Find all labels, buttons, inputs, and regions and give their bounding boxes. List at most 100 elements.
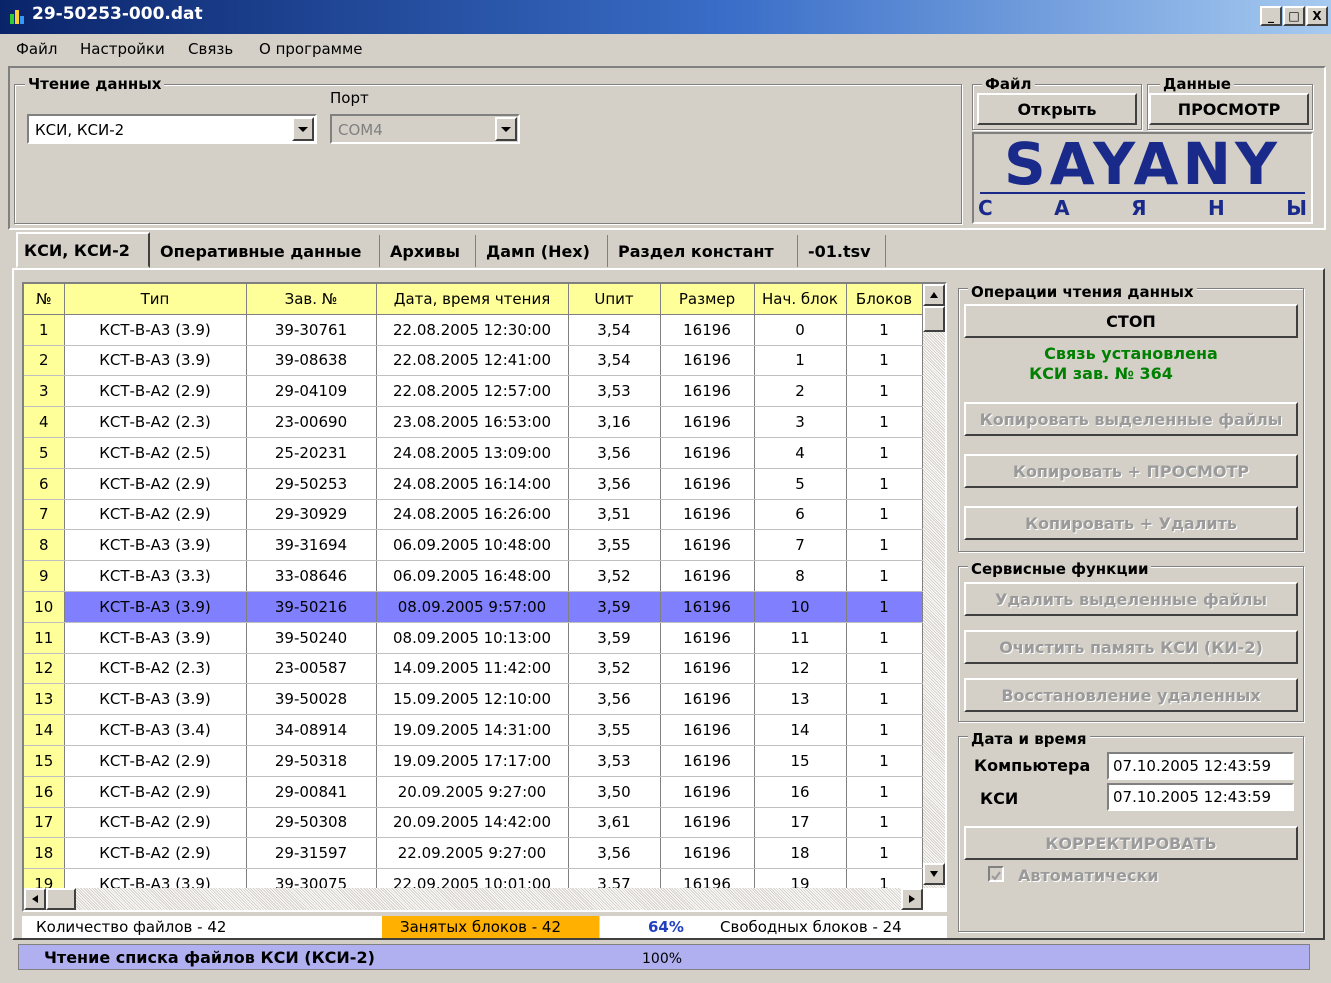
table-cell: 17 <box>754 807 847 839</box>
tab-constants[interactable]: Раздел констант <box>612 235 798 267</box>
tab-operative[interactable]: Оперативные данные <box>154 235 380 267</box>
auto-checkbox[interactable] <box>988 866 1004 882</box>
table-row[interactable]: 2 КСТ-В-А3 (3.9) 39-08638 22.08.2005 12:41:… <box>24 345 923 377</box>
open-button[interactable]: Открыть <box>977 93 1137 125</box>
table-cell: 18 <box>24 837 65 870</box>
column-header[interactable]: Нач. блок <box>754 284 847 315</box>
table-cell: 16 <box>24 776 65 808</box>
table-cell: КСТ-В-А2 (2.9) <box>64 375 247 408</box>
table-cell: 1 <box>846 622 923 654</box>
column-header[interactable]: Блоков <box>846 284 923 315</box>
table-row[interactable]: 3 КСТ-В-А2 (2.9) 29-04109 22.08.2005 12:57:… <box>24 375 923 408</box>
free-blocks: Свободных блоков - 24 <box>720 918 902 936</box>
column-header[interactable]: Дата, время чтения <box>376 284 569 315</box>
scroll-thumb[interactable] <box>923 306 945 332</box>
chevron-down-icon[interactable] <box>495 117 517 141</box>
read-group <box>14 84 962 224</box>
table-cell: 23.08.2005 16:53:00 <box>376 406 569 438</box>
table-row[interactable]: 6 КСТ-В-А2 (2.9) 29-50253 24.08.2005 16:14:… <box>24 468 923 500</box>
table-cell: 1 <box>846 776 923 808</box>
table-row[interactable]: 12 КСТ-В-А2 (2.3) 23-00587 14.09.2005 11:42… <box>24 653 923 685</box>
table-cell: 1 <box>846 807 923 839</box>
table-row[interactable]: 11 КСТ-В-А3 (3.9) 39-50240 08.09.2005 10:13… <box>24 622 923 654</box>
table-cell: КСТ-В-А2 (2.5) <box>64 437 247 469</box>
table-cell: 15 <box>754 745 847 777</box>
busy-blocks: Занятых блоков - 42 <box>400 918 561 936</box>
column-header[interactable]: Uпит <box>568 284 661 315</box>
scroll-down-icon[interactable] <box>923 863 945 885</box>
device-select[interactable]: КСИ, КСИ-2 <box>27 114 317 144</box>
table-row[interactable]: 10 КСТ-В-А3 (3.9) 39-50216 08.09.2005 9:57:… <box>24 591 923 623</box>
table-row[interactable]: 5 КСТ-В-А2 (2.5) 25-20231 24.08.2005 13:09:… <box>24 437 923 469</box>
auto-checkbox-label[interactable]: Автоматически <box>1018 866 1159 885</box>
vertical-scrollbar[interactable] <box>923 284 945 888</box>
tab-tsv[interactable]: -01.tsv <box>802 235 886 267</box>
copy-delete-button[interactable]: Копировать + Удалить <box>964 506 1298 540</box>
copy-selected-button[interactable]: Копировать выделенные файлы <box>964 402 1298 436</box>
table-cell: КСТ-В-А2 (2.9) <box>64 745 247 777</box>
menu-settings[interactable]: Настройки <box>80 40 165 58</box>
table-row[interactable]: 13 КСТ-В-А3 (3.9) 39-50028 15.09.2005 12:10… <box>24 683 923 716</box>
table-cell: 3,53 <box>568 375 661 408</box>
table-row[interactable]: 4 КСТ-В-А2 (2.3) 23-00690 23.08.2005 16:53:… <box>24 406 923 438</box>
menu-connection[interactable]: Связь <box>188 40 233 58</box>
menu-file[interactable]: Файл <box>16 40 57 58</box>
app-icon <box>8 8 26 26</box>
device-select-value: КСИ, КСИ-2 <box>35 121 125 139</box>
ksi-time-label: КСИ <box>980 789 1019 808</box>
table-row[interactable]: 16 КСТ-В-А2 (2.9) 29-00841 20.09.2005 9:27:… <box>24 776 923 808</box>
ksi-time-value: 07.10.2005 12:43:59 <box>1113 788 1272 806</box>
column-header[interactable]: № <box>24 284 65 315</box>
table-cell: 20.09.2005 9:27:00 <box>376 776 569 808</box>
logo-divider <box>980 192 1305 194</box>
view-button[interactable]: ПРОСМОТР <box>1149 93 1309 125</box>
table-cell: 1 <box>846 499 923 531</box>
tab-ksi[interactable]: КСИ, КСИ-2 <box>16 232 150 268</box>
table-cell: 39-31694 <box>246 529 377 562</box>
table-cell: 3,61 <box>568 807 661 839</box>
scroll-right-icon[interactable] <box>901 888 923 910</box>
clear-memory-button[interactable]: Очистить память КСИ (КИ-2) <box>964 630 1298 664</box>
chevron-down-icon[interactable] <box>292 117 314 141</box>
table-cell: 0 <box>754 314 847 346</box>
table-cell: КСТ-В-А2 (2.9) <box>64 468 247 500</box>
table-cell: 29-00841 <box>246 776 377 808</box>
table-cell: 8 <box>754 560 847 592</box>
table-cell: 16196 <box>660 807 755 839</box>
horizontal-scrollbar[interactable] <box>24 888 923 910</box>
restore-deleted-button[interactable]: Восстановление удаленных <box>964 678 1298 712</box>
table-row[interactable]: 15 КСТ-В-А2 (2.9) 29-50318 19.09.2005 17:17… <box>24 745 923 777</box>
table-row[interactable]: 17 КСТ-В-А2 (2.9) 29-50308 20.09.2005 14:42… <box>24 807 923 839</box>
minimize-icon[interactable]: _ <box>1260 6 1282 26</box>
copy-view-button[interactable]: Копировать + ПРОСМОТР <box>964 454 1298 488</box>
table-cell: 1 <box>754 345 847 377</box>
files-table[interactable]: № Тип Зав. № Дата, время чтения Uпит Размер На… <box>22 282 947 912</box>
tab-dump[interactable]: Дамп (Hex) <box>480 235 608 267</box>
table-row[interactable]: 18 КСТ-В-А2 (2.9) 29-31597 22.09.2005 9:27:… <box>24 837 923 870</box>
delete-selected-button[interactable]: Удалить выделенные файлы <box>964 582 1298 616</box>
column-header[interactable]: Размер <box>660 284 755 315</box>
tab-archives[interactable]: Архивы <box>384 235 476 267</box>
table-row[interactable]: 7 КСТ-В-А2 (2.9) 29-30929 24.08.2005 16:26:… <box>24 499 923 531</box>
table-cell: 3,52 <box>568 560 661 592</box>
table-row[interactable]: 1 КСТ-В-А3 (3.9) 39-30761 22.08.2005 12:30:… <box>24 314 923 346</box>
table-row[interactable]: 8 КСТ-В-А3 (3.9) 39-31694 06.09.2005 10:48:… <box>24 529 923 562</box>
maximize-icon[interactable]: □ <box>1283 6 1305 26</box>
scroll-up-icon[interactable] <box>923 284 945 306</box>
correct-time-button[interactable]: КОРРЕКТИРОВАТЬ <box>964 826 1298 860</box>
column-header[interactable]: Тип <box>64 284 247 315</box>
ksi-time-field[interactable]: 07.10.2005 12:43:59 <box>1107 783 1294 811</box>
stop-button[interactable]: СТОП <box>964 304 1298 338</box>
table-row[interactable]: 9 КСТ-В-А3 (3.3) 33-08646 06.09.2005 16:48:… <box>24 560 923 592</box>
pc-time-field[interactable]: 07.10.2005 12:43:59 <box>1107 752 1294 780</box>
column-header[interactable]: Зав. № <box>246 284 377 315</box>
table-cell: 16196 <box>660 406 755 438</box>
table-cell: КСТ-В-А2 (2.3) <box>64 406 247 438</box>
scroll-left-icon[interactable] <box>24 888 46 910</box>
table-cell: КСТ-В-А3 (3.9) <box>64 591 247 623</box>
hscroll-thumb[interactable] <box>46 888 76 910</box>
port-select[interactable]: COM4 <box>330 114 520 144</box>
close-icon[interactable]: X <box>1306 6 1328 26</box>
menu-about[interactable]: О программе <box>259 40 363 58</box>
table-row[interactable]: 14 КСТ-В-А3 (3.4) 34-08914 19.09.2005 14:31… <box>24 714 923 746</box>
